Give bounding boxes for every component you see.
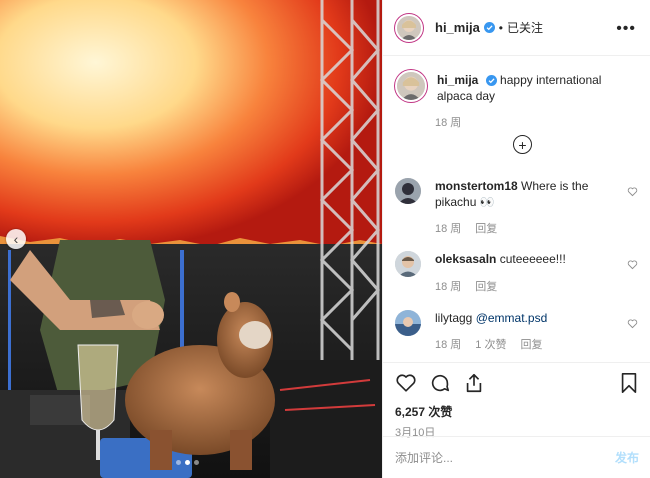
post-photo[interactable]: ‹: [0, 0, 382, 478]
photo-image: [0, 0, 382, 478]
comment-username[interactable]: oleksasaln: [435, 252, 496, 266]
post-comment-button[interactable]: 发布: [615, 449, 639, 466]
add-comment-bar: 发布: [383, 436, 650, 478]
like-comment-heart-icon[interactable]: [627, 318, 638, 329]
commenter-avatar[interactable]: [395, 310, 421, 336]
comment-meta: 18 周 回复: [435, 278, 497, 294]
post-caption: hi_mija happy international alpaca day: [395, 70, 639, 104]
author-username[interactable]: hi_mija: [435, 20, 480, 35]
comment-input[interactable]: [395, 450, 615, 465]
load-more-comments-button[interactable]: +: [513, 135, 532, 154]
comment-text-block: lilytagg @emmat.psd: [435, 310, 615, 336]
comment-meta: 18 周 1 次赞 回复: [435, 336, 542, 352]
carousel-dot: [176, 460, 181, 465]
post-header: hi_mija • 已关注 •••: [383, 0, 650, 56]
post-actions-section: 6,257 次赞 3月10日: [383, 362, 650, 440]
reply-button[interactable]: 回复: [475, 278, 497, 294]
carousel-dot-active: [185, 460, 190, 465]
like-comment-heart-icon[interactable]: [627, 259, 638, 270]
verified-badge-icon: [485, 75, 497, 87]
comment-item: monstertom18 Where is the pikachu 👀: [395, 178, 639, 210]
comment-text-block: oleksasaln cuteeeeee!!!: [435, 251, 615, 277]
caption-time[interactable]: 18 周: [435, 114, 461, 130]
reply-button[interactable]: 回复: [475, 220, 497, 236]
comment-time[interactable]: 18 周: [435, 336, 461, 352]
like-comment-heart-icon[interactable]: [627, 186, 638, 197]
caption-username[interactable]: hi_mija: [437, 73, 478, 87]
comment-bubble-icon[interactable]: [429, 372, 451, 394]
heart-icon[interactable]: [395, 372, 417, 394]
verified-badge-icon: [483, 22, 495, 33]
comment-time[interactable]: 18 周: [435, 278, 461, 294]
chevron-left-icon: ‹: [13, 231, 19, 247]
carousel-dot: [194, 460, 199, 465]
comment-username[interactable]: monstertom18: [435, 179, 518, 193]
comment-meta: 18 周 回复: [435, 220, 497, 236]
post-sidebar: hi_mija • 已关注 ••• hi_mija happy internat…: [382, 0, 650, 478]
share-icon[interactable]: [463, 372, 485, 394]
comment-text-block: monstertom18 Where is the pikachu 👀: [435, 178, 615, 210]
comment-likes[interactable]: 1 次赞: [475, 336, 506, 352]
follow-status-button[interactable]: 已关注: [507, 19, 543, 36]
bookmark-icon[interactable]: [619, 372, 639, 394]
likes-count[interactable]: 6,257 次赞: [395, 403, 639, 420]
comment-item: oleksasaln cuteeeeee!!!: [395, 251, 639, 277]
plus-icon: +: [518, 136, 527, 153]
commenter-avatar[interactable]: [395, 178, 421, 204]
author-avatar[interactable]: [395, 13, 423, 42]
more-horizontal-icon[interactable]: •••: [616, 20, 636, 38]
carousel-prev-button[interactable]: ‹: [6, 229, 26, 249]
carousel-dots: [176, 460, 199, 465]
comment-mention-link[interactable]: @emmat.psd: [476, 311, 548, 325]
action-buttons: [395, 371, 639, 395]
comment-time[interactable]: 18 周: [435, 220, 461, 236]
commenter-avatar[interactable]: [395, 251, 421, 277]
caption-text-block: hi_mija happy international alpaca day: [437, 70, 639, 104]
reply-button[interactable]: 回复: [520, 336, 542, 352]
comment-username[interactable]: lilytagg: [435, 311, 472, 325]
comment-item: lilytagg @emmat.psd: [395, 310, 639, 336]
header-separator: •: [498, 20, 503, 35]
caption-avatar[interactable]: [395, 70, 427, 102]
comment-text: cuteeeeee!!!: [499, 252, 566, 266]
